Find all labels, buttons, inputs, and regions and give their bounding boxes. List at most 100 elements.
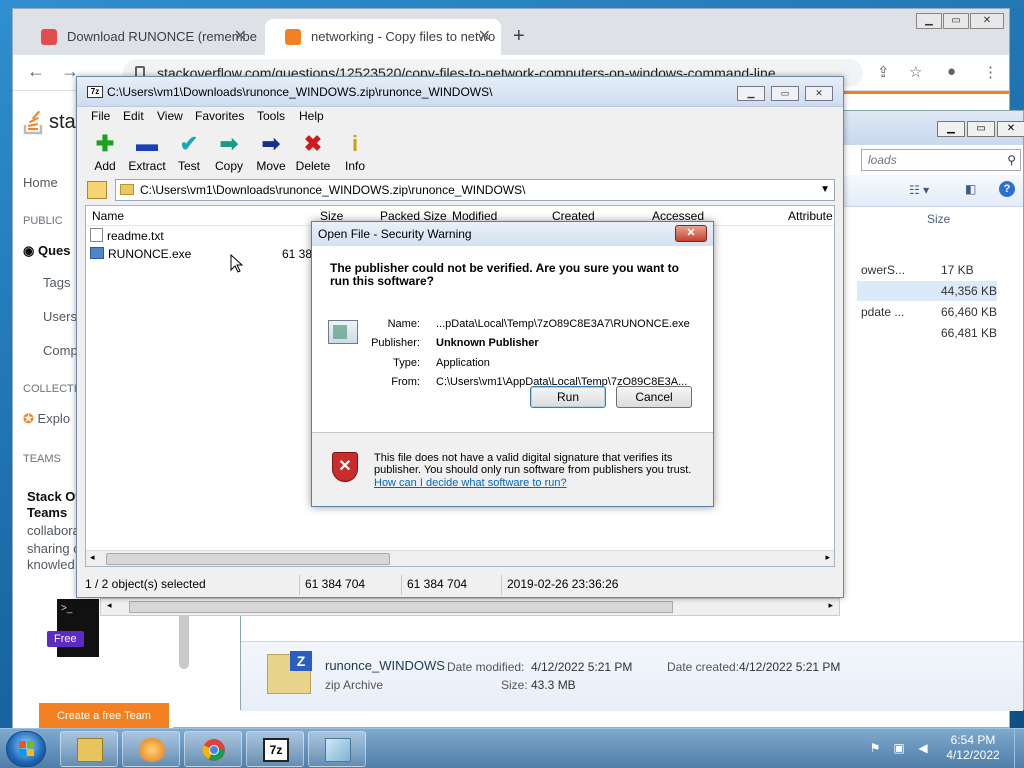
how-to-decide-link[interactable]: How can I decide what software to run? <box>374 477 567 489</box>
toolbar-delete-button[interactable]: ✖ Delete <box>289 131 337 173</box>
explorer-row-name[interactable]: pdate ... <box>861 305 904 319</box>
menu-tools[interactable]: Tools <box>257 109 285 123</box>
toolbar-label: Info <box>344 159 365 173</box>
toolbar-add-button[interactable]: ✚ Add <box>81 131 129 173</box>
show-desktop-button[interactable] <box>1014 729 1024 768</box>
taskbar-media-player[interactable] <box>122 731 180 767</box>
explorer-close-icon[interactable]: ✕ <box>997 121 1024 137</box>
cancel-button[interactable]: Cancel <box>616 386 692 408</box>
folder-icon <box>77 738 103 762</box>
menu-view[interactable]: View <box>157 109 183 123</box>
details-created-value: 4/12/2022 5:21 PM <box>739 660 841 674</box>
volume-icon[interactable]: ◀ <box>916 741 930 755</box>
dialog-window-icon <box>325 738 351 762</box>
7zip-path-field[interactable]: C:\Users\vm1\Downloads\runonce_WINDOWS.z… <box>115 179 835 201</box>
scroll-right-icon[interactable]: ▸ <box>828 600 833 611</box>
folder-up-icon[interactable] <box>87 181 107 199</box>
preview-pane-icon[interactable]: ◧ <box>965 182 976 196</box>
so-nav-users[interactable]: Users <box>43 309 77 324</box>
toolbar-info-button[interactable]: i Info <box>331 131 379 173</box>
details-created-label: Date created: <box>667 660 740 674</box>
7zip-maximize-icon[interactable]: ▭ <box>771 86 799 101</box>
taskbar: 7z ⚑ ▣ ◀ 6:54 PM 4/12/2022 <box>0 728 1024 768</box>
network-icon[interactable]: ▣ <box>892 741 906 755</box>
exe-file-icon <box>90 247 104 259</box>
status-separator <box>501 575 502 595</box>
view-options-icon[interactable]: ☷ ▾ <box>909 183 929 197</box>
col-name[interactable]: Name <box>92 209 124 223</box>
toolbar-move-button[interactable]: ➡ Move <box>247 131 295 173</box>
so-nav-explore[interactable]: ✪ Explo <box>23 411 70 427</box>
explorer-col-size[interactable]: Size <box>927 212 950 226</box>
menu-file[interactable]: File <box>91 109 110 123</box>
action-center-flag-icon[interactable]: ⚑ <box>868 741 882 755</box>
clock-date: 4/12/2022 <box>946 748 1000 762</box>
path-dropdown-icon[interactable]: ▼ <box>820 180 830 200</box>
explorer-row-size: 44,356 KB <box>941 284 998 298</box>
7zip-path-text: C:\Users\vm1\Downloads\runonce_WINDOWS.z… <box>140 183 526 197</box>
scroll-left-icon[interactable]: ◂ <box>107 600 112 611</box>
toolbar-copy-button[interactable]: ➡ Copy <box>205 131 253 173</box>
globe-icon: ◉ <box>23 243 35 258</box>
toolbar-extract-button[interactable]: ▬ Extract <box>123 131 171 173</box>
menu-help[interactable]: Help <box>299 109 324 123</box>
dialog-close-button[interactable]: ✕ <box>675 225 707 242</box>
menu-edit[interactable]: Edit <box>123 109 144 123</box>
col-attributes[interactable]: Attribute <box>788 209 833 223</box>
explorer-search-input[interactable]: loads ⚲ <box>861 149 1021 171</box>
create-free-team-button[interactable]: Create a free Team <box>39 703 169 729</box>
new-tab-icon[interactable]: + <box>513 25 525 48</box>
sidebar-scrollbar[interactable] <box>179 609 189 669</box>
scroll-left-icon[interactable]: ◂ <box>90 552 95 563</box>
help-icon[interactable]: ? <box>999 181 1015 197</box>
taskbar-explorer[interactable] <box>60 731 118 767</box>
security-warning-dialog: Open File - Security Warning ✕ The publi… <box>311 221 714 507</box>
field-value-publisher: Unknown Publisher <box>436 337 539 349</box>
file-row-runonce[interactable]: RUNONCE.exe <box>90 247 191 265</box>
profile-icon[interactable]: ● <box>947 63 956 80</box>
so-nav-home[interactable]: Home <box>23 175 58 190</box>
start-button[interactable] <box>6 731 46 767</box>
file-row-readme[interactable]: readme.txt <box>90 228 164 246</box>
tab-close-icon[interactable]: ✕ <box>234 19 247 55</box>
share-icon[interactable]: ⇪ <box>877 63 890 81</box>
file-list-scrollbar[interactable]: ◂ ▸ <box>86 550 834 566</box>
scrollbar-thumb[interactable] <box>106 553 390 565</box>
menu-favorites[interactable]: Favorites <box>195 109 244 123</box>
7zip-close-icon[interactable]: ✕ <box>805 86 833 101</box>
tab-download-runonce[interactable]: Download RUNONCE (remembe ✕ <box>21 19 257 55</box>
minimize-icon[interactable]: ▁ <box>916 13 942 29</box>
back-icon[interactable]: ← <box>27 61 45 82</box>
details-size-label: Size: <box>501 678 528 692</box>
7zip-app-icon: 7z <box>87 86 103 98</box>
explorer-minimize-icon[interactable]: ▁ <box>937 121 965 137</box>
tab-networking[interactable]: networking - Copy files to netwo ✕ <box>265 19 501 55</box>
clock[interactable]: 6:54 PM 4/12/2022 <box>940 733 1006 763</box>
windows-logo-icon <box>19 741 35 757</box>
maximize-icon[interactable]: ▭ <box>943 13 969 29</box>
run-button[interactable]: Run <box>530 386 606 408</box>
bookmark-star-icon[interactable]: ☆ <box>909 63 922 81</box>
menu-kebab-icon[interactable]: ⋮ <box>983 63 998 81</box>
taskbar-7zip[interactable]: 7z <box>246 731 304 767</box>
field-value-type: Application <box>436 357 490 369</box>
zip-archive-icon: Z <box>267 651 312 694</box>
text-file-icon <box>90 228 103 242</box>
details-file-name: runonce_WINDOWS <box>325 658 445 673</box>
close-icon[interactable]: ✕ <box>970 13 1004 29</box>
explorer-row-name[interactable]: owerS... <box>861 263 905 277</box>
taskbar-security-dialog[interactable] <box>308 731 366 767</box>
explorer-maximize-icon[interactable]: ▭ <box>967 121 995 137</box>
move-icon: ➡ <box>261 131 281 156</box>
7zip-minimize-icon[interactable]: ▁ <box>737 86 765 101</box>
tab-close-icon[interactable]: ✕ <box>478 19 491 55</box>
horizontal-scrollbar[interactable]: ◂ ▸ <box>100 598 840 616</box>
so-nav-tags[interactable]: Tags <box>43 275 70 290</box>
taskbar-chrome[interactable] <box>184 731 242 767</box>
7zip-status-bar: 1 / 2 object(s) selected 61 384 704 61 3… <box>77 573 843 597</box>
so-nav-questions[interactable]: ◉ Ques <box>23 243 70 259</box>
scroll-right-icon[interactable]: ▸ <box>825 552 830 563</box>
scrollbar-thumb[interactable] <box>129 601 673 613</box>
so-nav-companies[interactable]: Comp <box>43 343 78 358</box>
terminal-illustration-icon: >_ <box>57 599 99 657</box>
